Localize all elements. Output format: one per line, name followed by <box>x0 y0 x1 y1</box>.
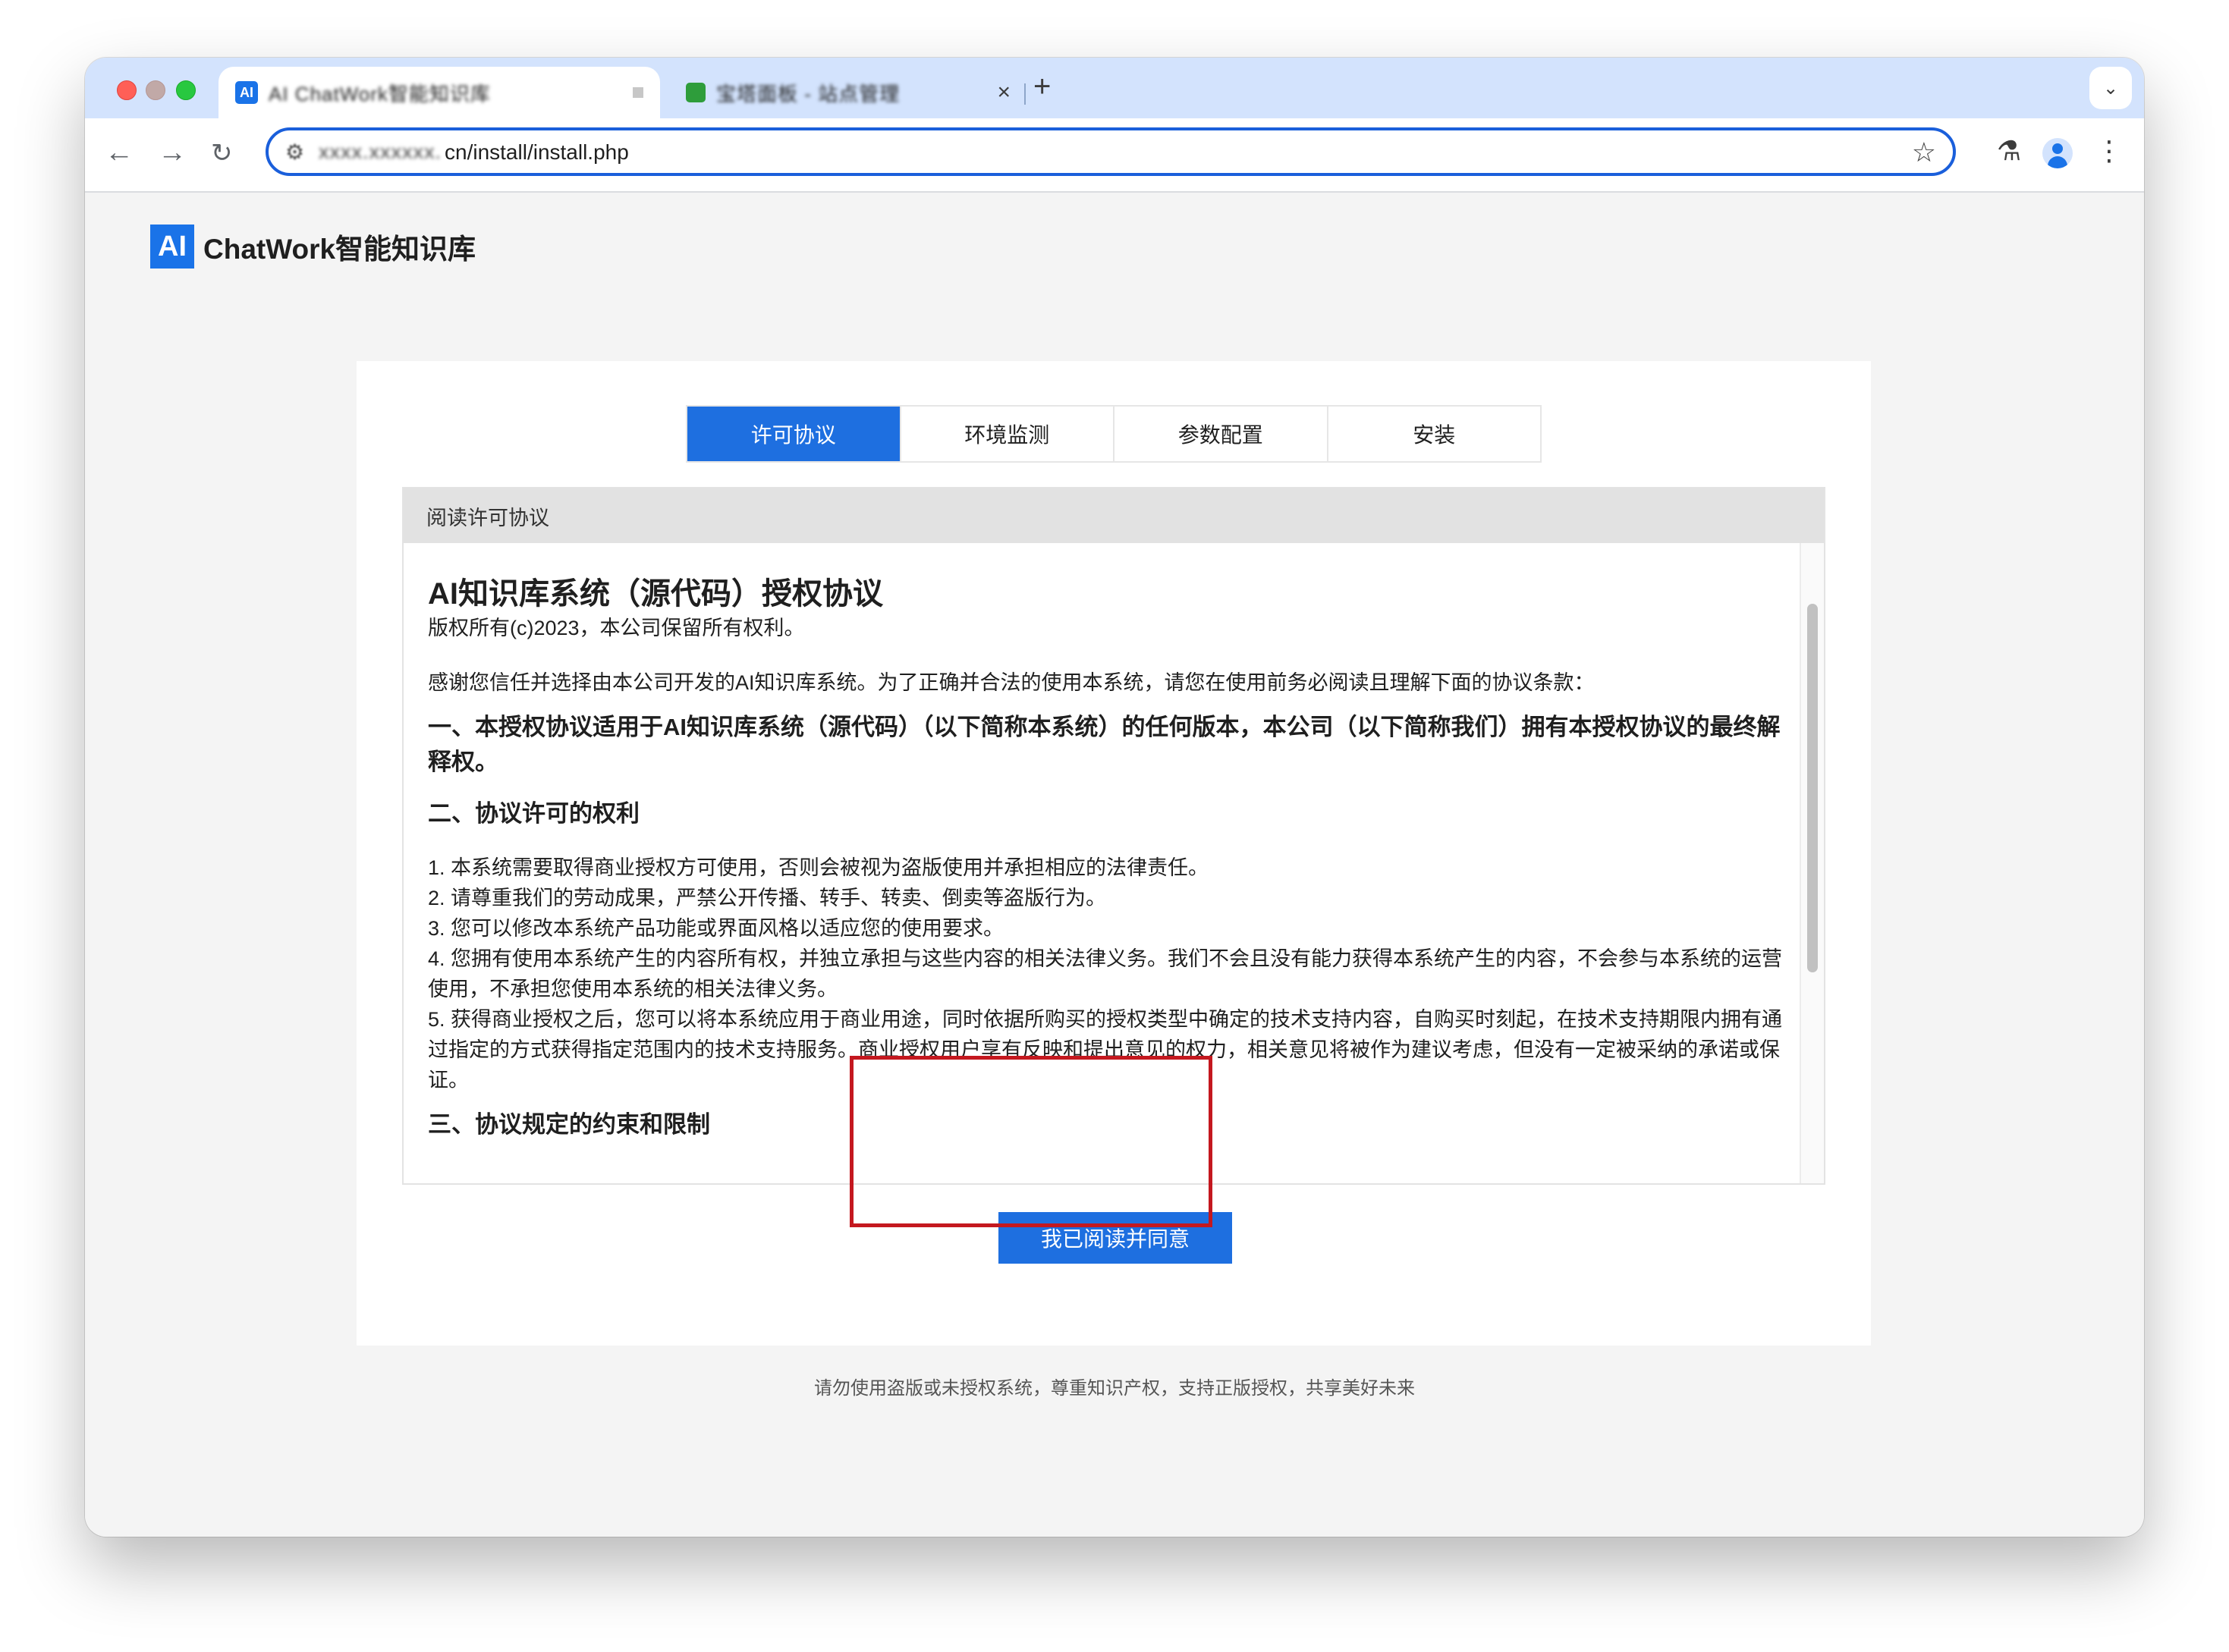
list-item: 4. 您拥有使用本系统产生的内容所有权，并独立承担与这些内容的相关法律义务。我们… <box>428 947 1783 1000</box>
profile-avatar[interactable] <box>2042 138 2073 168</box>
panel-header: 阅读许可协议 <box>404 488 1824 543</box>
browser-window: AI AI ChatWork智能知识库 宝塔面板 - 站点管理 × + ⌄ ← … <box>85 58 2144 1537</box>
scrollbar-thumb[interactable] <box>1807 604 1818 972</box>
close-window-button[interactable] <box>117 80 137 100</box>
url-blurred: xxxx.xxxxxx. <box>319 140 442 163</box>
url-text: cn/install/install.php <box>445 140 629 164</box>
back-arrow-icon[interactable]: ← <box>105 137 134 169</box>
install-steps: 许可协议 环境监测 参数配置 安装 <box>686 405 1542 463</box>
site-info-icon[interactable]: ⚙ <box>285 140 304 165</box>
step-license[interactable]: 许可协议 <box>687 407 901 461</box>
ai-logo-icon: AI <box>235 81 258 104</box>
forward-arrow-icon[interactable]: → <box>158 137 187 169</box>
tab-audio-icon <box>633 87 643 98</box>
footer-notice: 请勿使用盗版或未授权系统，尊重知识产权，支持正版授权，共享美好未来 <box>814 1378 1415 1399</box>
green-square-icon <box>686 83 706 102</box>
new-tab-button[interactable]: + <box>1033 70 1051 104</box>
tab-separator <box>1024 83 1026 105</box>
list-item: 2. 请尊重我们的劳动成果，严禁公开传播、转手、转卖、倒卖等盗版行为。 <box>428 887 1107 909</box>
tab-title: 宝塔面板 - 站点管理 <box>716 82 901 105</box>
browser-toolbar: ← → ↻ ⚙ xxxx.xxxxxx. cn/install/install.… <box>85 118 2144 193</box>
list-item: 1. 本系统需要取得商业授权方可使用，否则会被视为盗版使用并承担相应的法律责任。 <box>428 856 1209 879</box>
reload-icon[interactable]: ↻ <box>211 138 233 168</box>
minimize-window-button[interactable] <box>146 80 165 100</box>
tab-title: AI ChatWork智能知识库 <box>269 82 491 105</box>
app-logo: AI ChatWork智能知识库 <box>150 225 476 269</box>
tab-panel[interactable]: 宝塔面板 - 站点管理 × <box>669 67 1026 118</box>
maximize-window-button[interactable] <box>176 80 196 100</box>
logo-mark: AI <box>150 225 194 269</box>
section-1: 一、本授权协议适用于AI知识库系统（源代码）（以下简称本系统）的任何版本，本公司… <box>428 714 1781 775</box>
more-menu-icon[interactable]: ⋮ <box>2095 135 2123 167</box>
chevron-down-icon: ⌄ <box>2102 77 2119 99</box>
step-environment[interactable]: 环境监测 <box>901 407 1114 461</box>
step-config[interactable]: 参数配置 <box>1114 407 1328 461</box>
tab-chatwork[interactable]: AI AI ChatWork智能知识库 <box>218 67 660 118</box>
labs-flask-icon[interactable]: ⚗ <box>1997 135 2021 167</box>
scrollbar-track[interactable] <box>1800 543 1824 1183</box>
list-item: 3. 您可以修改本系统产品功能或界面风格以适应您的使用要求。 <box>428 917 1004 940</box>
intro-text: 感谢您信任并选择由本公司开发的AI知识库系统。为了正确并合法的使用本系统，请您在… <box>428 671 1595 694</box>
tab-search-button[interactable]: ⌄ <box>2089 67 2132 109</box>
highlight-box <box>850 1056 1212 1227</box>
step-install[interactable]: 安装 <box>1328 407 1541 461</box>
address-bar[interactable]: ⚙ xxxx.xxxxxx. cn/install/install.php ☆ <box>266 127 1956 176</box>
logo-text: ChatWork智能知识库 <box>203 234 476 265</box>
page-content: AI ChatWork智能知识库 许可协议 环境监测 参数配置 安装 阅读许可协… <box>85 193 2144 1537</box>
tab-strip: AI AI ChatWork智能知识库 宝塔面板 - 站点管理 × + ⌄ <box>85 58 2144 118</box>
copyright-text: 版权所有(c)2023，本公司保留所有权利。 <box>428 617 805 639</box>
close-tab-button[interactable]: × <box>997 80 1011 105</box>
doc-title: AI知识库系统（源代码）授权协议 <box>428 577 883 611</box>
section-2: 二、协议许可的权利 <box>428 800 640 827</box>
bookmark-star-icon[interactable]: ☆ <box>1912 137 1936 168</box>
